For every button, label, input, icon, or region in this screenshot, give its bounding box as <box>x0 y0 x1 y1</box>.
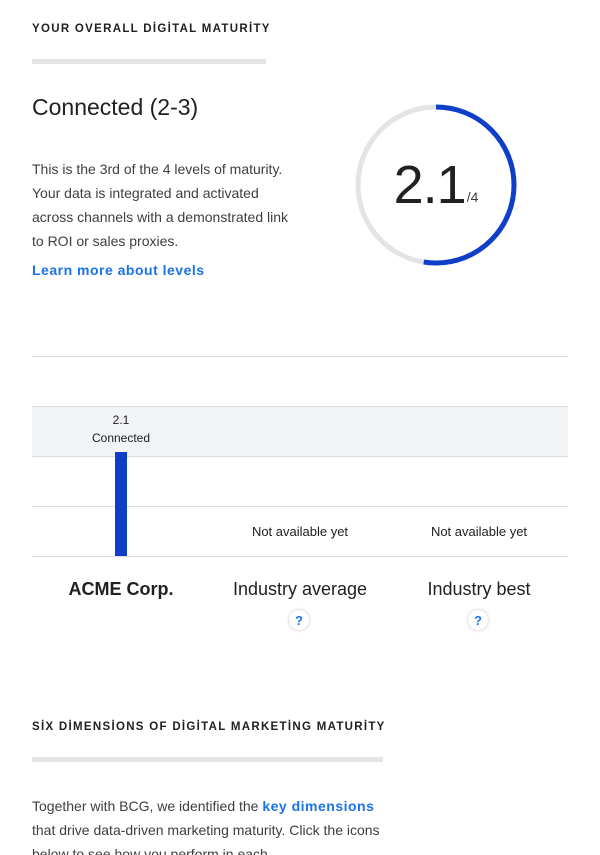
page: YOUR OVERALL DİGİTAL MATURİTY Connected … <box>0 0 600 855</box>
chart-baseline <box>32 556 568 557</box>
intro-text: Together with BCG, we identified the <box>32 798 263 814</box>
intro-text: that drive data-driven marketing maturit… <box>32 822 380 855</box>
bar-level: Connected <box>91 431 151 445</box>
category-acme: ACME Corp. <box>68 579 174 599</box>
industry-best-status: Not available yet <box>430 524 528 539</box>
overall-eyebrow: YOUR OVERALL DİGİTAL MATURİTY <box>32 23 271 35</box>
industry-average-status: Not available yet <box>251 524 349 539</box>
level-description: This is the 3rd of the 4 levels of matur… <box>32 161 289 249</box>
level-title: Connected (2-3) <box>32 94 199 120</box>
category-industry-average: Industry average <box>232 579 368 599</box>
dimensions-intro: Together with BCG, we identified the key… <box>32 794 392 855</box>
gridline <box>32 456 568 457</box>
key-dimensions-link[interactable]: key dimensions <box>262 798 374 814</box>
gauge-max: /4 <box>466 189 479 205</box>
gauge-score: 2.1 <box>393 155 467 215</box>
dimensions-eyebrow: SİX DİMENSİONS OF DİGİTAL MARKETİNG MATU… <box>32 721 386 733</box>
industry-best-help-icon[interactable]: ? <box>468 610 488 630</box>
eyebrow-rule <box>32 757 383 762</box>
gauge-readout: 2.1 /4 <box>354 103 518 267</box>
gridline <box>32 506 568 507</box>
bar-value: 2.1 <box>112 413 130 427</box>
industry-average-help-icon[interactable]: ? <box>289 610 309 630</box>
bar-value-label: 2.1 Connected <box>92 411 150 447</box>
gridline-top <box>32 406 568 407</box>
eyebrow-rule <box>32 59 266 64</box>
section-divider <box>32 356 568 357</box>
learn-more-levels-link[interactable]: Learn more about levels <box>32 262 205 278</box>
category-industry-best: Industry best <box>427 579 531 599</box>
acme-bar <box>115 452 127 556</box>
